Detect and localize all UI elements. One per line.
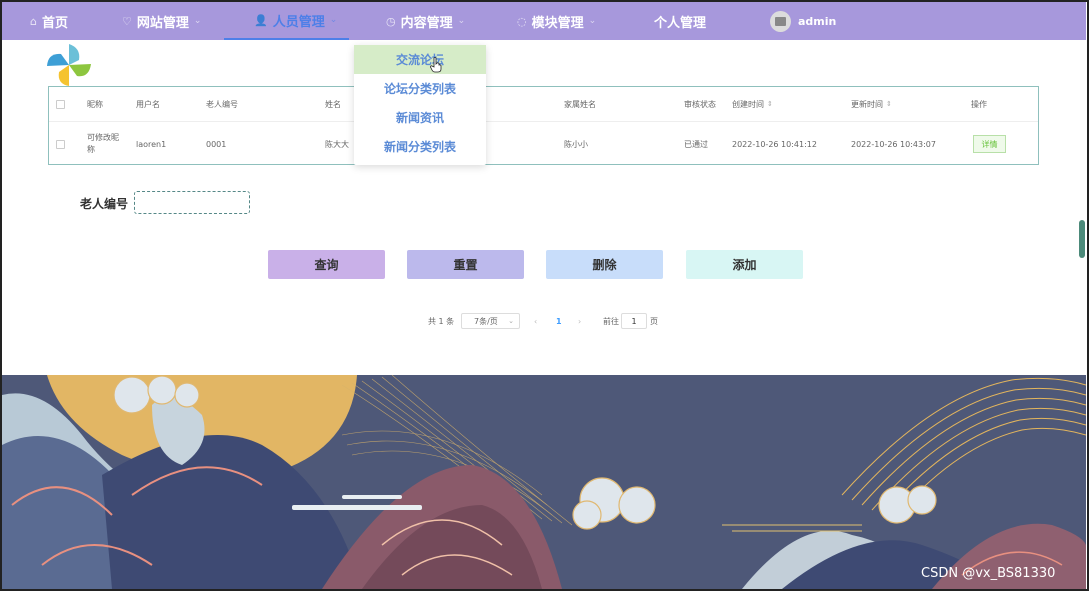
query-button[interactable]: 查询 — [268, 250, 385, 279]
header-nickname: 昵称 — [87, 99, 103, 109]
header-family-name: 家属姓名 — [564, 99, 596, 109]
table-row: 可修改昵称 laoren1 0001 陈大大 陈小小 已通过 2022-10-2… — [49, 123, 1038, 165]
header-updated[interactable]: 更新时间 ⇕ — [851, 87, 892, 121]
reset-button[interactable]: 重置 — [407, 250, 524, 279]
nav-content-management-label: 内容管理 — [400, 15, 453, 31]
menu-item-forum[interactable]: 交流论坛 — [354, 45, 486, 74]
hand-cursor-icon — [430, 57, 442, 73]
avatar — [770, 11, 791, 32]
cell-status: 已通过 — [684, 139, 708, 149]
nav-home-label: 首页 — [41, 15, 68, 31]
next-page-icon[interactable]: › — [578, 313, 581, 329]
cell-family-name: 陈小小 — [564, 139, 588, 149]
menu-item-news[interactable]: 新闻资讯 — [354, 103, 486, 132]
chevron-down-icon: ⌄ — [457, 16, 466, 26]
detail-button[interactable]: 详情 — [973, 135, 1006, 153]
select-all-checkbox[interactable] — [56, 99, 65, 109]
pagination-total: 共 1 条 — [428, 316, 455, 326]
heart-icon: ♡ — [122, 14, 132, 28]
nav-dropdown-menu: 交流论坛 论坛分类列表 新闻资讯 新闻分类列表 — [354, 45, 486, 165]
user-icon: 👤 — [254, 13, 268, 27]
nav-staff-management[interactable]: 👤 人员管理 ⌄ — [224, 2, 350, 40]
header-created-label: 创建时间 — [732, 99, 764, 109]
pinwheel-logo — [47, 44, 91, 86]
chevron-down-icon: ⌄ — [329, 15, 338, 25]
page-suffix: 页 — [650, 316, 658, 326]
cell-username: laoren1 — [136, 139, 167, 149]
nav-personal-management[interactable]: 个人管理 — [654, 2, 706, 40]
row-checkbox[interactable] — [56, 139, 65, 149]
page-number-1[interactable]: 1 — [556, 313, 562, 329]
user-menu[interactable]: admin — [770, 11, 836, 32]
clock-icon: ◷ — [386, 14, 396, 28]
header-elder-id: 老人编号 — [206, 99, 238, 109]
elder-id-input[interactable] — [134, 191, 250, 214]
image-icon — [775, 17, 786, 26]
page-size-value: 7条/页 — [474, 316, 498, 326]
sort-icon[interactable]: ⇕ — [767, 100, 773, 108]
nav-home[interactable]: ⌂ 首页 — [30, 2, 68, 40]
elder-table: 昵称 用户名 老人编号 姓名 家属姓名 审核状态 创建时间 ⇕ 更新时间 ⇕ 操作 … — [48, 86, 1039, 165]
cell-elder-id: 0001 — [206, 139, 227, 149]
header-created[interactable]: 创建时间 ⇕ — [732, 87, 773, 121]
home-icon: ⌂ — [30, 14, 37, 28]
nav-personal-management-label: 个人管理 — [654, 15, 707, 31]
circle-icon: ◌ — [517, 14, 527, 28]
sort-icon[interactable]: ⇕ — [886, 100, 892, 108]
nav-module-management[interactable]: ◌ 模块管理 ⌄ — [517, 2, 596, 40]
scrollbar-thumb[interactable] — [1079, 220, 1085, 258]
table-header-row: 昵称 用户名 老人编号 姓名 家属姓名 审核状态 创建时间 ⇕ 更新时间 ⇕ 操作 — [49, 87, 1038, 122]
chevron-down-icon: ⌄ — [588, 16, 597, 26]
chevron-down-icon: ⌄ — [508, 317, 514, 325]
cell-updated: 2022-10-26 10:43:07 — [851, 139, 936, 149]
delete-button[interactable]: 删除 — [546, 250, 663, 279]
nav-content-management[interactable]: ◷ 内容管理 ⌄ — [386, 2, 465, 40]
search-label: 老人编号 — [80, 197, 129, 211]
page-size-select[interactable]: 7条/页 ⌄ — [461, 313, 520, 329]
menu-item-forum-categories[interactable]: 论坛分类列表 — [354, 74, 486, 103]
header-name: 姓名 — [325, 99, 341, 109]
nav-site-management-label: 网站管理 — [136, 15, 189, 31]
header-username: 用户名 — [136, 99, 160, 109]
chevron-down-icon: ⌄ — [193, 16, 202, 26]
user-name: admin — [798, 15, 837, 28]
add-button[interactable]: 添加 — [686, 250, 803, 279]
goto-label: 前往 — [603, 316, 619, 326]
landscape-background-illustration — [2, 375, 1086, 589]
cell-name: 陈大大 — [325, 139, 349, 149]
nav-site-management[interactable]: ♡ 网站管理 ⌄ — [122, 2, 201, 40]
csdn-watermark: CSDN @vx_BS81330 — [921, 566, 1056, 581]
menu-item-news-categories[interactable]: 新闻分类列表 — [354, 132, 486, 161]
prev-page-icon[interactable]: ‹ — [534, 313, 537, 329]
header-status: 审核状态 — [684, 99, 716, 109]
header-updated-label: 更新时间 — [851, 99, 883, 109]
cell-created: 2022-10-26 10:41:12 — [732, 139, 817, 149]
nav-staff-management-label: 人员管理 — [272, 14, 325, 30]
cell-nickname: 可修改昵称 — [87, 133, 119, 154]
nav-module-management-label: 模块管理 — [531, 15, 584, 31]
goto-page-input[interactable]: 1 — [621, 313, 647, 329]
top-navbar: ⌂ 首页 ♡ 网站管理 ⌄ 👤 人员管理 ⌄ ◷ 内容管理 ⌄ ◌ 模块管理 ⌄… — [2, 2, 1086, 40]
header-action: 操作 — [971, 99, 987, 109]
